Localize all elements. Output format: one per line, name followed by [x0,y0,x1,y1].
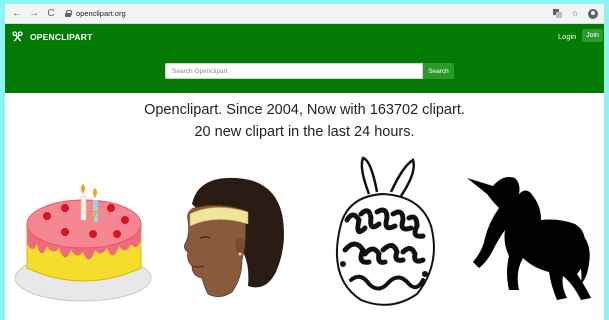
browser-toolbar: ← → C openclipart.org ☆ [5,4,604,24]
forward-icon[interactable]: → [28,7,40,21]
translate-icon[interactable] [552,8,562,20]
easter-egg-icon[interactable] [321,154,447,314]
browser-window: ← → C openclipart.org ☆ OPENCLIPART Logi… [5,4,604,320]
profile-icon[interactable] [588,8,598,19]
logo-text: OPENCLIPART [30,31,93,42]
scissors-icon [12,31,23,42]
join-button[interactable]: Join [582,29,603,42]
cake-number: 7 [89,209,98,226]
site-logo[interactable]: OPENCLIPART [12,31,93,42]
login-link[interactable]: Login [558,32,576,41]
address-url[interactable]: openclipart.org [76,9,126,18]
page-headline: Openclipart. Since 2004, Now with 163702… [144,102,465,118]
unicorn-icon[interactable] [463,164,593,304]
cake-icon[interactable]: 7 [13,182,155,306]
site-header: OPENCLIPART Login Join Search [5,24,604,93]
page-subheadline: 20 new clipart in the last 24 hours. [194,124,415,140]
lock-icon [65,10,72,17]
portrait-icon[interactable] [178,174,288,304]
star-icon[interactable]: ☆ [570,8,580,20]
search-button[interactable]: Search [423,63,454,79]
back-icon[interactable]: ← [11,7,23,21]
address-bar[interactable]: openclipart.org [65,7,126,21]
search-input[interactable] [165,63,423,79]
reload-icon[interactable]: C [45,7,57,21]
